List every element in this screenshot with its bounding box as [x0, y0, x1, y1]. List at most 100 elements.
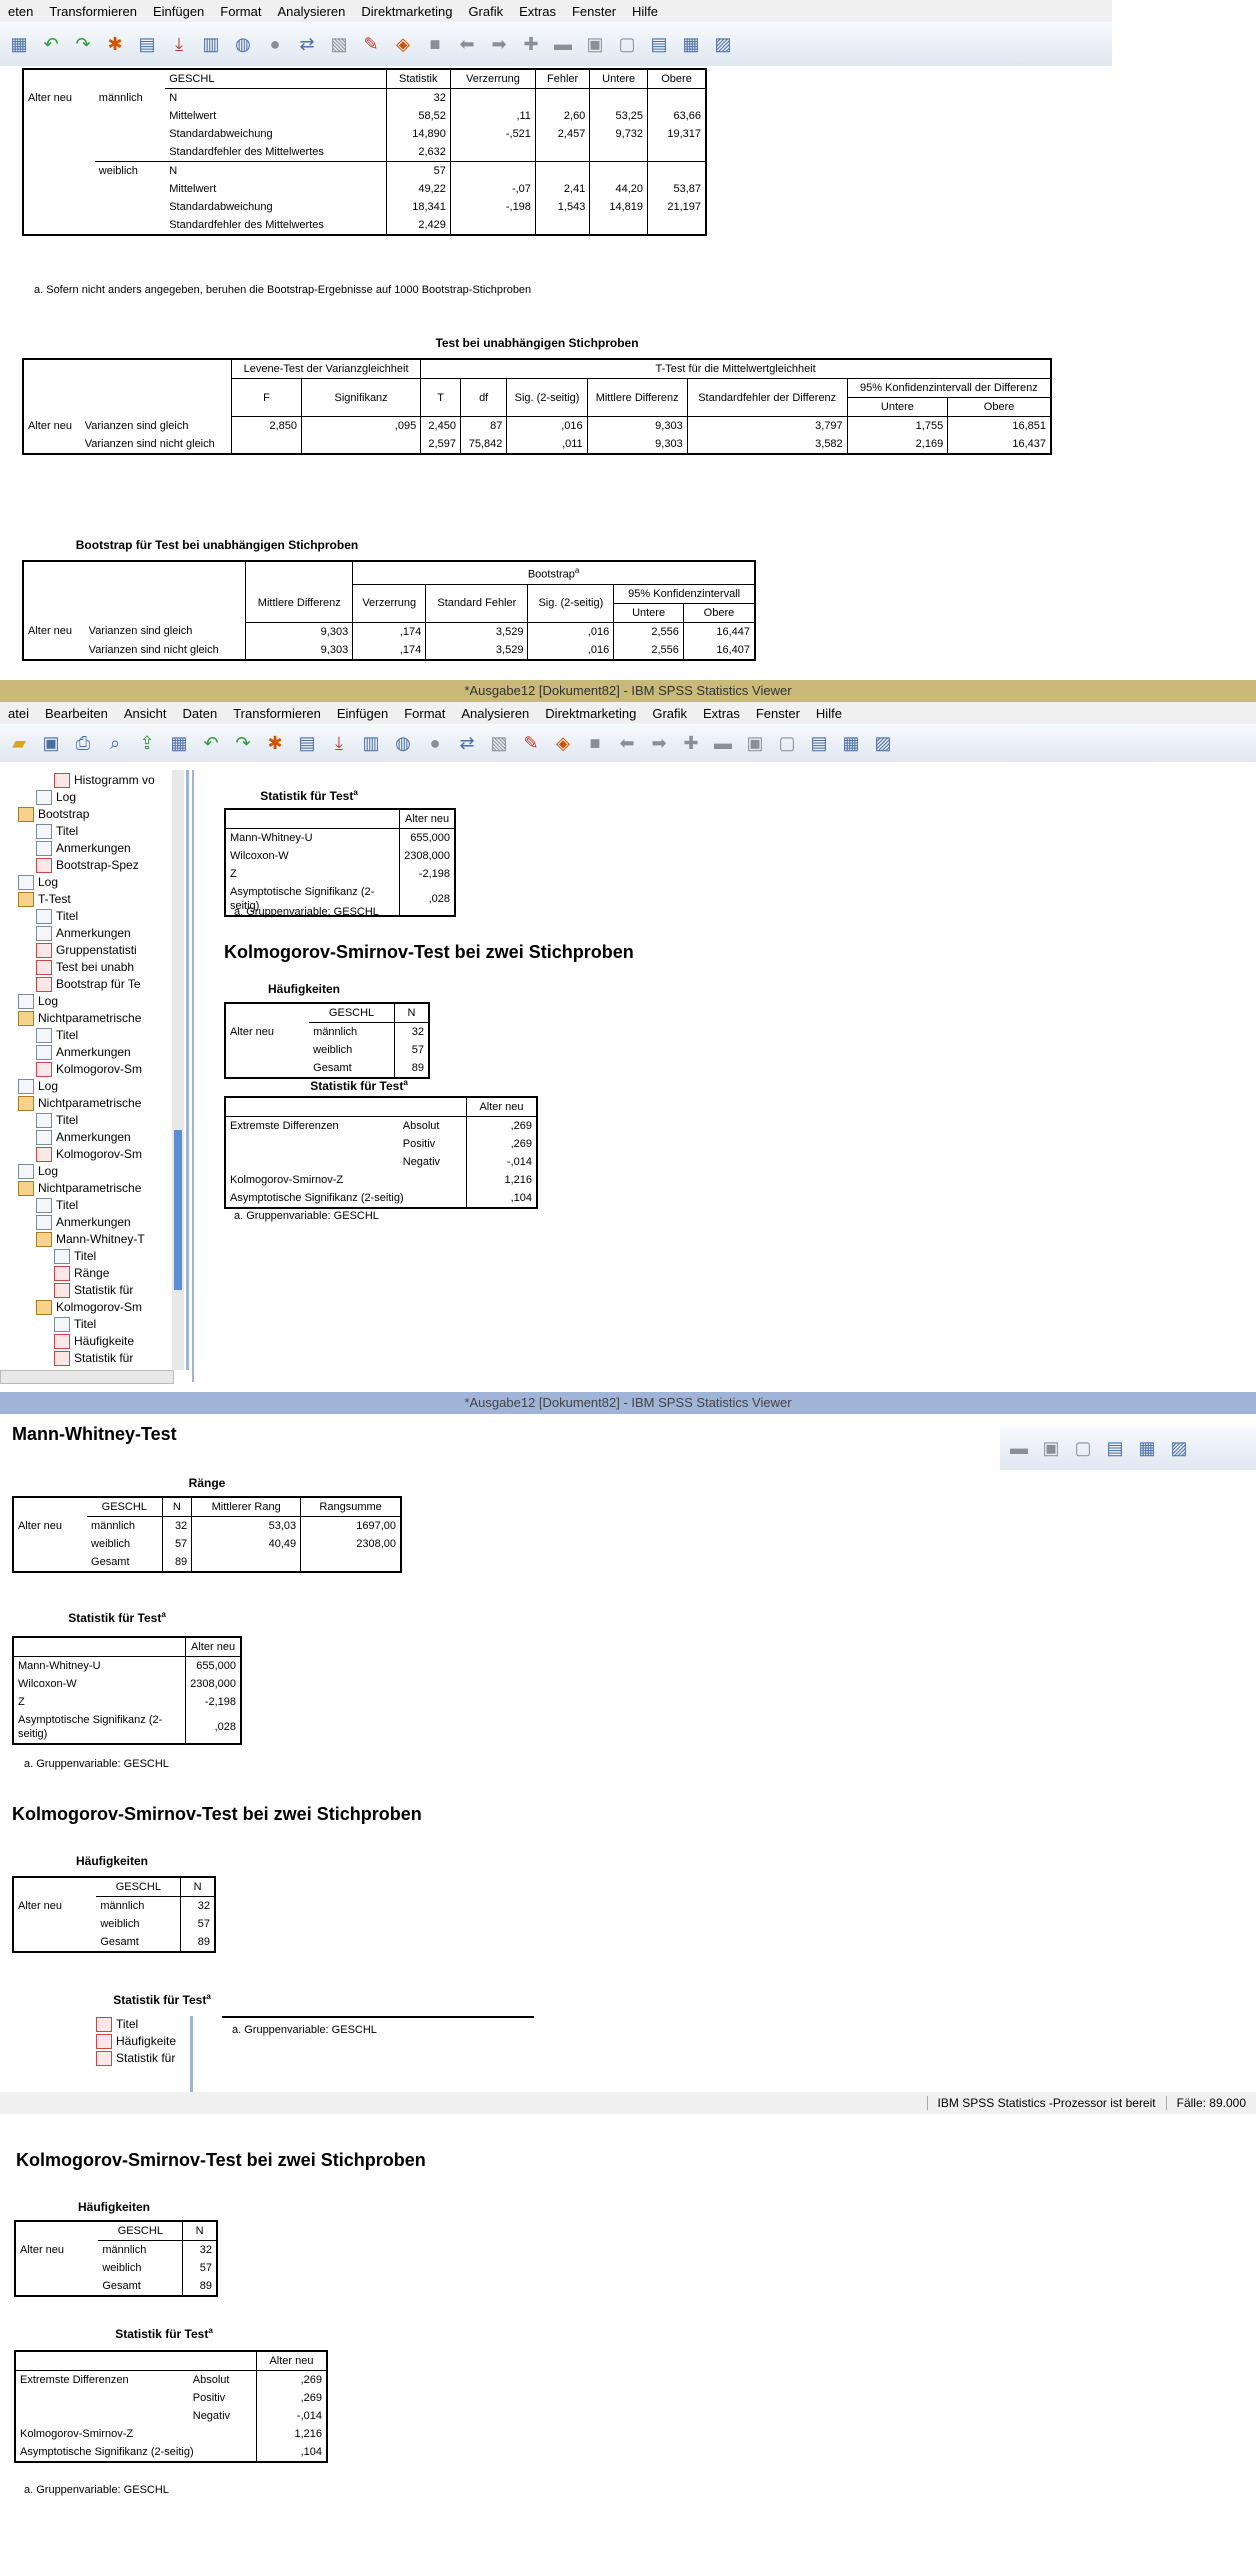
outline-item[interactable]: Titel	[0, 1197, 186, 1214]
menu-item-transformieren[interactable]: Transformieren	[41, 4, 145, 19]
value-labels-icon[interactable]: ⇄	[294, 31, 320, 57]
outline-item[interactable]: Nichtparametrische	[0, 1010, 186, 1027]
menu-item-einfügen[interactable]: Einfügen	[145, 4, 212, 19]
insert-text-icon-2[interactable]: ▨	[870, 730, 896, 756]
insert-heading-icon[interactable]: ▤	[646, 31, 672, 57]
menu-item-einfügen[interactable]: Einfügen	[329, 706, 396, 721]
menu-item-extras[interactable]: Extras	[695, 706, 748, 721]
outline-item[interactable]: Anmerkungen	[0, 1214, 186, 1231]
recall-dialog-icon[interactable]: ▦	[166, 730, 192, 756]
variables-icon-2[interactable]: ▥	[358, 730, 384, 756]
menu-item-hilfe[interactable]: Hilfe	[808, 706, 850, 721]
hide-icon-2[interactable]: ▢	[774, 730, 800, 756]
pivot-icon-2[interactable]: ◈	[550, 730, 576, 756]
insert-text-icon-3[interactable]: ▨	[1166, 1435, 1192, 1461]
outline-item[interactable]: Anmerkungen	[0, 840, 186, 857]
pivot-icon[interactable]: ◈	[390, 31, 416, 57]
expand-icon-2[interactable]: ✚	[678, 730, 704, 756]
select-cases-icon[interactable]: ◍	[230, 31, 256, 57]
outline-item[interactable]: Statistik für	[0, 1350, 186, 1367]
outline-item[interactable]: Log	[0, 993, 186, 1010]
menu-item-direktmarketing[interactable]: Direktmarketing	[537, 706, 644, 721]
import-icon-2[interactable]: ⤓	[326, 730, 352, 756]
outline-item[interactable]: Nichtparametrische	[0, 1180, 186, 1197]
value-labels-icon-2[interactable]: ⇄	[454, 730, 480, 756]
select-cases-icon-2[interactable]: ◍	[390, 730, 416, 756]
menu-item-analysieren[interactable]: Analysieren	[453, 706, 537, 721]
insert-heading-icon-2[interactable]: ▤	[806, 730, 832, 756]
outline-item[interactable]: Ränge	[0, 1265, 186, 1282]
menu-item-transformieren[interactable]: Transformieren	[225, 706, 329, 721]
outline-item[interactable]: Gruppenstatisti	[0, 942, 186, 959]
outline-item[interactable]: Kolmogorov-Sm	[0, 1146, 186, 1163]
outline-scrollbar-v[interactable]	[172, 770, 184, 1370]
menu-item-direktmarketing[interactable]: Direktmarketing	[353, 4, 460, 19]
open-folder-icon[interactable]: ▰	[6, 730, 32, 756]
outline-item[interactable]: T-Test	[0, 891, 186, 908]
outline-item[interactable]: Log	[0, 874, 186, 891]
open-icon[interactable]: ▦	[6, 31, 32, 57]
outline-item[interactable]: Test bei unabh	[0, 959, 186, 976]
collapse-icon-3[interactable]: ▬	[1006, 1435, 1032, 1461]
menu-item-grafik[interactable]: Grafik	[644, 706, 695, 721]
weight-icon[interactable]: ●	[262, 31, 288, 57]
menu-item-analysieren[interactable]: Analysieren	[269, 4, 353, 19]
designate-window-icon[interactable]: ■	[422, 31, 448, 57]
menu-item-fenster[interactable]: Fenster	[564, 4, 624, 19]
export-icon[interactable]: ⇪	[134, 730, 160, 756]
outline-item[interactable]: Log	[0, 789, 186, 806]
print-icon[interactable]: ⎙	[70, 730, 96, 756]
outline-item[interactable]: Anmerkungen	[0, 1044, 186, 1061]
redo-icon[interactable]: ↷	[70, 31, 96, 57]
menu-item-fenster[interactable]: Fenster	[748, 706, 808, 721]
variables-icon[interactable]: ▥	[198, 31, 224, 57]
outline-item[interactable]: Kolmogorov-Sm	[0, 1299, 186, 1316]
expand-icon[interactable]: ✚	[518, 31, 544, 57]
insert-title-icon-2[interactable]: ▦	[838, 730, 864, 756]
outline-item[interactable]: Häufigkeite	[96, 2033, 190, 2050]
menu-item-ansicht[interactable]: Ansicht	[116, 706, 175, 721]
menu-item-format[interactable]: Format	[396, 706, 453, 721]
outline-item[interactable]: Mann-Whitney-T	[0, 1231, 186, 1248]
insert-title-icon-3[interactable]: ▦	[1134, 1435, 1160, 1461]
use-sets-icon[interactable]: ▧	[326, 31, 352, 57]
hide-icon-3[interactable]: ▢	[1070, 1435, 1096, 1461]
outline-item[interactable]: Titel	[0, 908, 186, 925]
menu-item-extras[interactable]: Extras	[511, 4, 564, 19]
insert-heading-icon-3[interactable]: ▤	[1102, 1435, 1128, 1461]
collapse-icon-2[interactable]: ▬	[710, 730, 736, 756]
outline-item[interactable]: Anmerkungen	[0, 1129, 186, 1146]
use-sets-icon-2[interactable]: ▧	[486, 730, 512, 756]
insert-title-icon[interactable]: ▦	[678, 31, 704, 57]
outline-pane[interactable]: Histogramm vo Log Bootstrap Titel Anmerkunge…	[0, 770, 189, 1370]
outline-item[interactable]: Log	[0, 1163, 186, 1180]
outline-item[interactable]: Anmerkungen	[0, 925, 186, 942]
outline-item[interactable]: Titel	[0, 823, 186, 840]
collapse-icon[interactable]: ▬	[550, 31, 576, 57]
outline-item[interactable]: Log	[0, 1078, 186, 1095]
menu-item-hilfe[interactable]: Hilfe	[624, 4, 666, 19]
outline-scrollbar-h[interactable]	[0, 1370, 174, 1384]
menu-item-bearbeiten[interactable]: Bearbeiten	[37, 706, 116, 721]
outline-item[interactable]: Statistik für	[0, 1282, 186, 1299]
insert-text-icon[interactable]: ▨	[710, 31, 736, 57]
show-icon-3[interactable]: ▣	[1038, 1435, 1064, 1461]
goto-case-icon-2[interactable]: ✱	[262, 730, 288, 756]
chart-editor-icon-2[interactable]: ✎	[518, 730, 544, 756]
chart-editor-icon[interactable]: ✎	[358, 31, 384, 57]
undo-icon-2[interactable]: ↶	[198, 730, 224, 756]
hide-icon[interactable]: ▢	[614, 31, 640, 57]
outline-item[interactable]: Titel	[0, 1248, 186, 1265]
outline-item[interactable]: Bootstrap für Te	[0, 976, 186, 993]
outline-item[interactable]: Bootstrap	[0, 806, 186, 823]
goto-variable-icon[interactable]: ▤	[134, 31, 160, 57]
forward-icon[interactable]: ➡	[486, 31, 512, 57]
show-icon[interactable]: ▣	[582, 31, 608, 57]
menu-item-grafik[interactable]: Grafik	[460, 4, 511, 19]
outline-item[interactable]: Histogramm vo	[0, 772, 186, 789]
forward-icon-2[interactable]: ➡	[646, 730, 672, 756]
back-icon[interactable]: ⬅	[454, 31, 480, 57]
goto-case-icon[interactable]: ✱	[102, 31, 128, 57]
menu-item-eten[interactable]: eten	[0, 4, 41, 19]
print-preview-icon[interactable]: ⌕	[102, 730, 128, 756]
